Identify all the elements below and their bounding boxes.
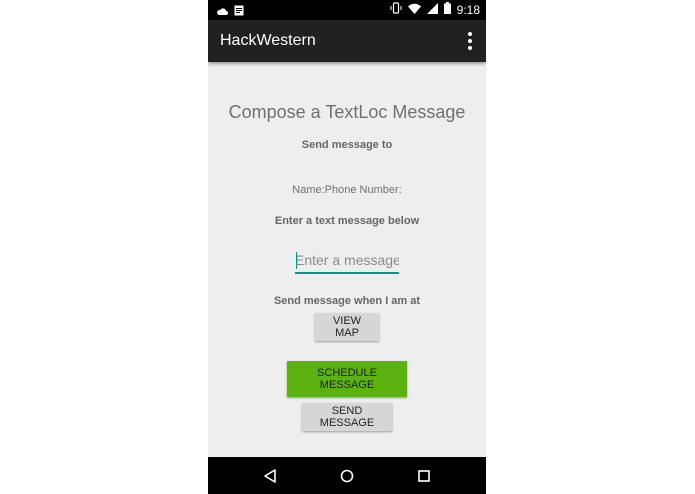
app-bar: HackWestern [208,20,486,62]
page-title: Compose a TextLoc Message [228,102,466,122]
message-input-wrapper [295,250,399,274]
nav-bar [208,457,486,494]
send-to-label: Send message to [301,139,393,151]
schedule-message-button[interactable]: SCHEDULE MESSAGE [287,361,407,397]
location-label: Send message when I am at [273,295,421,307]
phone-screen: 9:18 HackWestern Compose a TextLoc Messa… [208,0,486,494]
compose-form: Compose a TextLoc Message Send message t… [208,62,486,457]
cloud-icon [216,3,228,21]
message-input[interactable] [295,250,399,270]
vibrate-icon [390,2,402,17]
overflow-menu-icon[interactable] [464,32,476,50]
status-bar: 9:18 [208,0,486,20]
clock: 9:18 [456,2,480,17]
recents-icon[interactable] [414,466,434,486]
back-icon[interactable] [260,466,280,486]
notification-icon [234,3,244,21]
app-title: HackWestern [220,32,316,49]
wifi-icon [407,3,421,17]
text-cursor [296,252,297,269]
view-map-button[interactable]: VIEW MAP [315,313,379,341]
contact-info: Name:Phone Number: [292,184,402,196]
battery-icon [443,2,451,17]
home-icon[interactable] [337,466,357,486]
message-prompt: Enter a text message below [274,215,420,227]
send-message-button[interactable]: SEND MESSAGE [302,403,392,431]
signal-icon [426,2,438,17]
